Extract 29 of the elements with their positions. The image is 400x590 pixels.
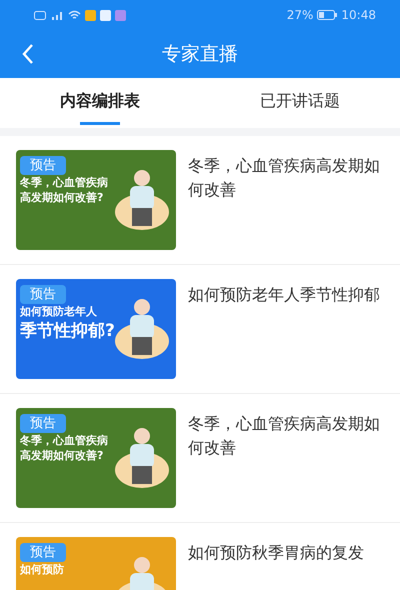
topic-title[interactable]: 如何预防老年人季节性抑郁: [188, 279, 384, 379]
back-button[interactable]: [22, 43, 34, 65]
tab[interactable]: 已开讲话题: [200, 78, 400, 128]
app-icon: [100, 10, 111, 20]
preview-badge: 预告: [20, 543, 66, 562]
preview-badge: 预告: [20, 285, 66, 304]
banner-text: 高发期如何改善?: [20, 191, 104, 205]
banner-text: 高发期如何改善?: [20, 449, 104, 463]
elderly-person-drawing: [114, 297, 170, 361]
app-icon: [85, 10, 96, 20]
topic-title[interactable]: 如何预防秋季胃病的复发: [188, 537, 384, 590]
elderly-person-drawing: [114, 426, 170, 490]
banner-text: 如何预防老年人: [20, 305, 97, 319]
banner-text: 冬季，心血管疾病: [20, 176, 108, 190]
banner-text: 如何预防: [20, 563, 64, 577]
preview-badge: 预告: [20, 414, 66, 433]
app-icon: [115, 10, 126, 20]
wifi-icon: [68, 10, 81, 20]
battery-icon: [317, 10, 338, 20]
topic-title[interactable]: 冬季，心血管疾病高发期如何改善: [188, 408, 384, 508]
battery-percent: 27%: [286, 8, 314, 22]
banner-text: 冬季，心血管疾病: [20, 434, 108, 448]
clock-time: 10:48: [341, 8, 376, 22]
elderly-person-drawing: [114, 168, 170, 232]
page-title: 专家直播: [162, 42, 238, 67]
banner-text: 季节性抑郁?: [20, 320, 115, 342]
topic-title[interactable]: 冬季，心血管疾病高发期如何改善: [188, 150, 384, 250]
signal-icon: [50, 10, 64, 20]
preview-badge: 预告: [20, 156, 66, 175]
